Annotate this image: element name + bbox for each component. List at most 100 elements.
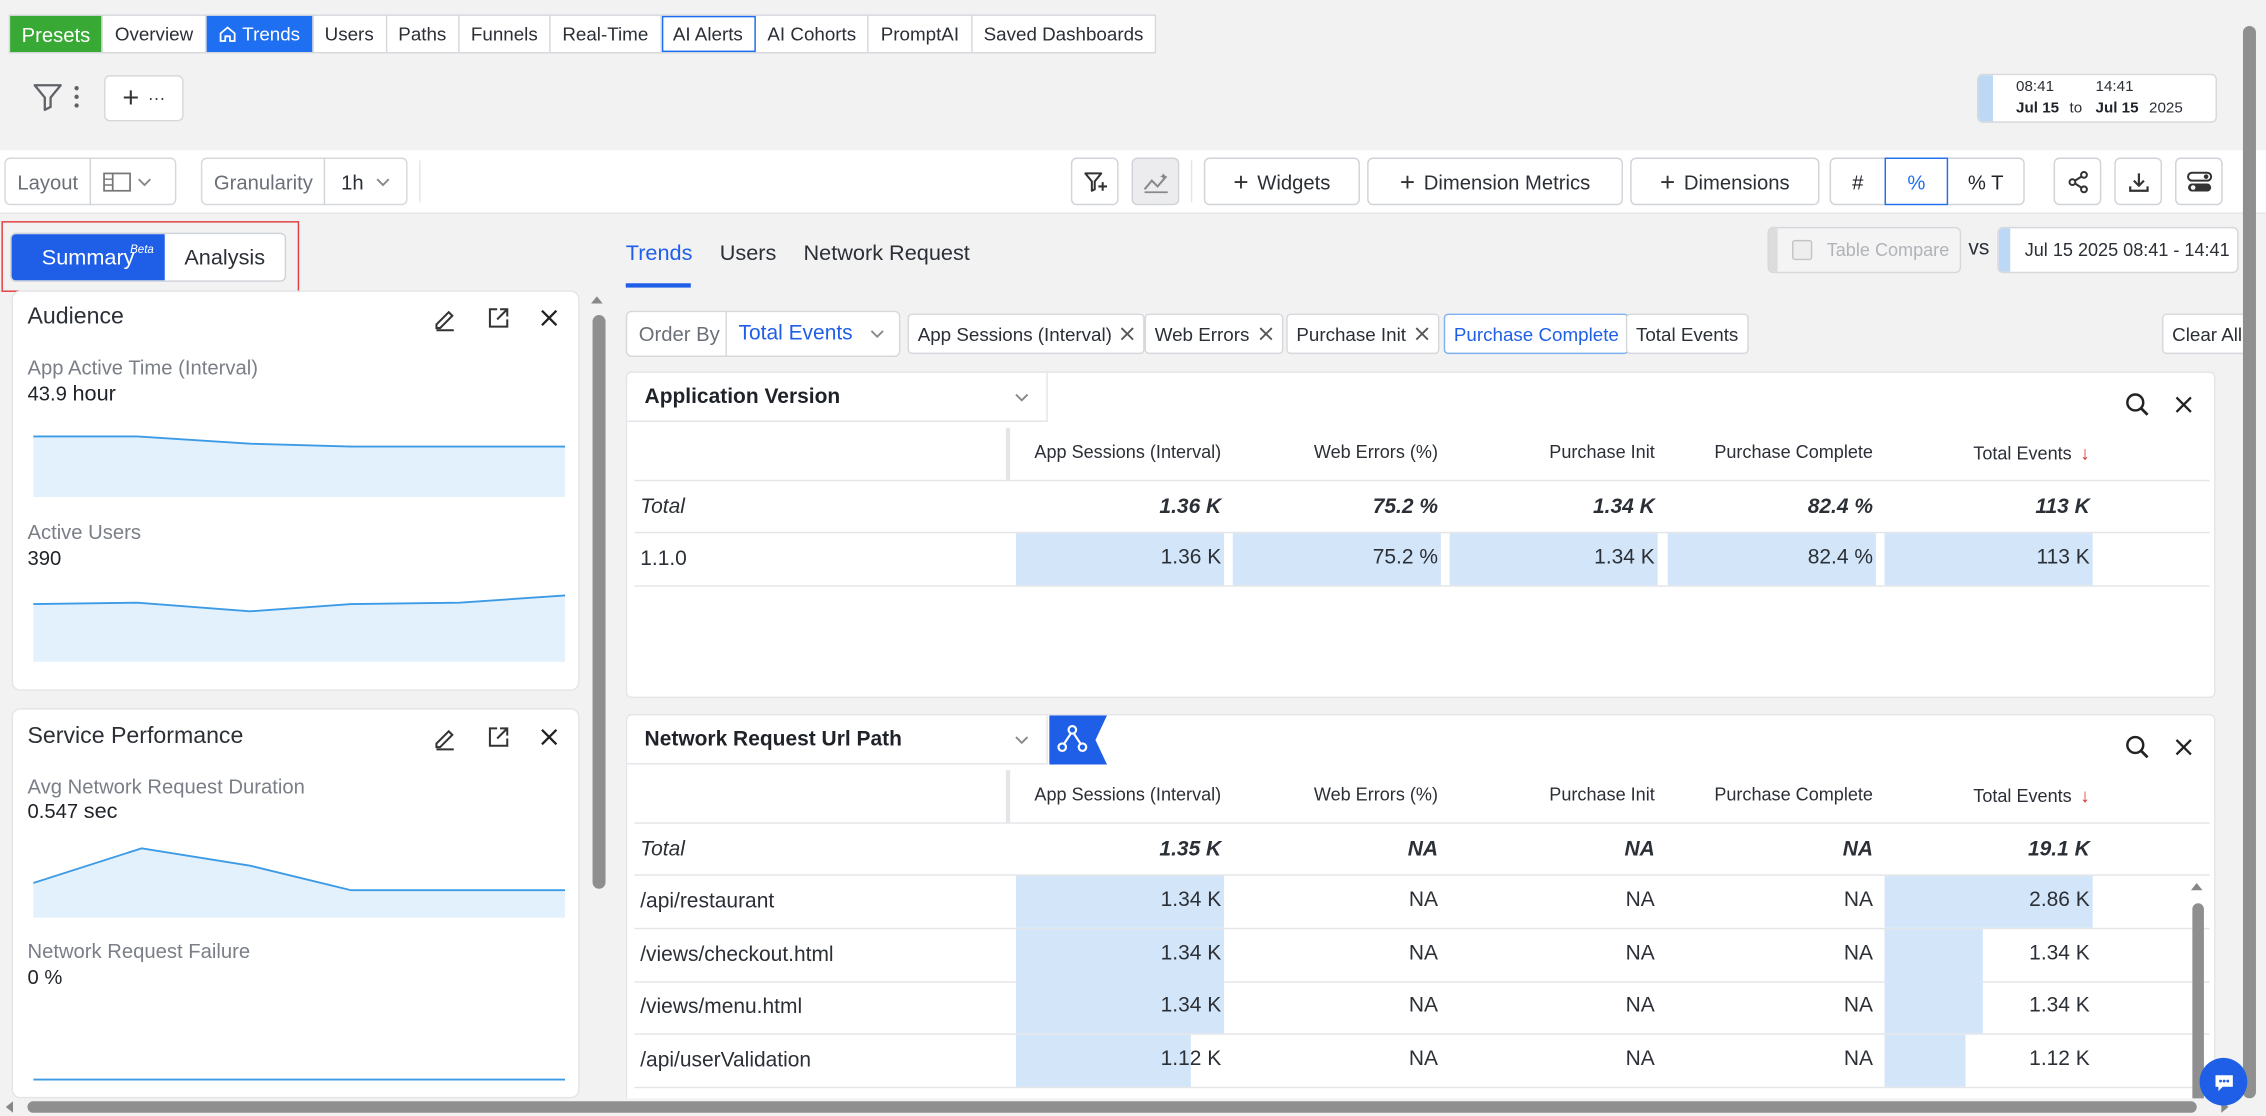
left-scrollbar-thumb[interactable] [592, 315, 606, 889]
add-dimension-metrics-button[interactable]: + Dimension Metrics [1367, 157, 1623, 206]
tab-ai-alerts[interactable]: AI Alerts [661, 15, 756, 53]
edit-icon[interactable] [432, 725, 458, 751]
date-range-picker[interactable]: 08:41 14:41 Jul 15 to Jul 15 2025 [1977, 73, 2217, 123]
search-icon[interactable] [2124, 392, 2150, 418]
tab-ai-cohorts[interactable]: AI Cohorts [756, 15, 870, 53]
cell-purchase-init: NA [1625, 994, 1655, 1018]
column-header-label: Purchase Complete [1714, 442, 1873, 463]
cell-purchase-complete: NA [1843, 994, 1873, 1018]
active-tab-indicator [625, 283, 691, 288]
tab-funnels[interactable]: Funnels [459, 15, 551, 53]
chevron-down-icon [1015, 393, 1029, 402]
column-header-purchase-init[interactable]: Purchase Init [1549, 785, 1654, 805]
dimension-select[interactable]: Network Request Url Path [627, 715, 1048, 765]
table-compare-checkbox[interactable] [1792, 239, 1813, 261]
dimension-metrics-label: Dimension Metrics [1423, 169, 1591, 193]
row-name[interactable]: /api/userValidation [640, 1048, 811, 1071]
add-widgets-button[interactable]: + Widgets [1203, 157, 1360, 206]
tab-real-time[interactable]: Real-Time [551, 15, 662, 53]
add-filter-button[interactable]: + ··· [104, 75, 184, 122]
network-graph-icon[interactable] [1049, 715, 1108, 765]
tab-users[interactable]: Users [313, 15, 387, 53]
scroll-left-arrow[interactable] [5, 1101, 14, 1113]
column-header-web-errors[interactable]: Web Errors (%) [1314, 442, 1438, 462]
chat-support-button[interactable] [2199, 1057, 2248, 1106]
column-header-purchase-complete[interactable]: Purchase Complete [1714, 785, 1873, 805]
mode-percent-total-button[interactable]: % T [1946, 157, 2025, 206]
search-icon[interactable] [2124, 734, 2150, 760]
column-header-total-events[interactable]: Total Events ↓ [1973, 785, 2089, 807]
cell-purchase-init: NA [1625, 941, 1655, 965]
clear-all-button[interactable]: Clear All [2162, 313, 2245, 355]
close-icon[interactable] [2172, 393, 2195, 416]
layout-select[interactable]: Layout [4, 157, 177, 206]
tab-network-request[interactable]: Network Request [804, 241, 970, 266]
metric-chip-purchase-init[interactable]: Purchase Init [1286, 313, 1440, 355]
anomaly-chart-button[interactable] [1131, 157, 1180, 206]
analysis-tab[interactable]: Analysis [165, 234, 285, 280]
chevron-down-icon [1015, 736, 1029, 745]
column-header-total-events[interactable]: Total Events ↓ [1973, 442, 2089, 464]
row-name[interactable]: /views/menu.html [640, 996, 802, 1019]
order-by-select[interactable]: Order By Total Events [625, 310, 901, 357]
row-name[interactable]: /api/restaurant [640, 890, 774, 913]
scroll-up-arrow[interactable] [2190, 883, 2203, 891]
column-header-app-sessions[interactable]: App Sessions (Interval) [1034, 442, 1221, 462]
row-name[interactable]: /views/checkout.html [640, 943, 833, 966]
mode-percent-button[interactable]: % [1884, 157, 1949, 206]
open-external-icon[interactable] [487, 306, 510, 329]
column-resizer[interactable] [1005, 427, 1011, 480]
metric-chip-web-errors[interactable]: Web Errors [1144, 313, 1283, 355]
tab-trends[interactable]: Trends [206, 15, 314, 53]
open-external-icon[interactable] [487, 725, 510, 748]
sort-desc-icon[interactable]: ↓ [2080, 442, 2089, 464]
avg-network-duration-value: 0.547 sec [27, 799, 117, 824]
download-button[interactable] [2114, 157, 2163, 206]
start-date: Jul 15 [2016, 99, 2060, 118]
close-icon[interactable] [1121, 327, 1135, 341]
filter-more-icon[interactable] [69, 79, 83, 114]
close-icon[interactable] [538, 306, 561, 329]
settings-toggle-button[interactable] [2175, 157, 2223, 206]
filter-add-button[interactable] [1070, 157, 1119, 206]
order-by-value: Total Events [738, 322, 853, 346]
column-header-label: Purchase Init [1549, 442, 1655, 463]
row-name[interactable]: 1.1.0 [640, 548, 687, 571]
granularity-select[interactable]: Granularity 1h [200, 157, 408, 206]
column-header-web-errors[interactable]: Web Errors (%) [1314, 785, 1438, 805]
tab-users-right[interactable]: Users [720, 241, 777, 266]
close-icon[interactable] [2172, 736, 2195, 759]
column-header-purchase-init[interactable]: Purchase Init [1549, 442, 1654, 462]
compare-date-range[interactable]: Jul 15 2025 08:41 - 14:41 [1997, 226, 2239, 274]
presets-button[interactable]: Presets [10, 15, 104, 53]
sort-desc-icon[interactable]: ↓ [2080, 785, 2089, 807]
value-mode-toggle: # % % T [1829, 157, 2025, 206]
tab-paths[interactable]: Paths [387, 15, 460, 53]
horizontal-scrollbar-thumb[interactable] [27, 1101, 2197, 1113]
column-header-purchase-complete[interactable]: Purchase Complete [1714, 442, 1873, 462]
scroll-up-arrow[interactable] [591, 296, 603, 304]
metric-chip-app-sessions[interactable]: App Sessions (Interval) [907, 313, 1146, 355]
close-icon[interactable] [1258, 327, 1272, 341]
cell-purchase-init: NA [1625, 888, 1655, 912]
table-compare-toggle[interactable]: Table Compare [1767, 226, 1962, 274]
tab-promptai[interactable]: PromptAI [869, 15, 973, 53]
add-dimensions-button[interactable]: + Dimensions [1630, 157, 1820, 206]
filter-icon[interactable] [29, 79, 67, 114]
tab-trends-right[interactable]: Trends [626, 241, 693, 266]
tab-saved-dashboards[interactable]: Saved Dashboards [972, 16, 1155, 52]
page-scrollbar-thumb[interactable] [2242, 26, 2256, 1099]
mode-count-button[interactable]: # [1829, 157, 1886, 206]
tab-overview[interactable]: Overview [103, 15, 207, 53]
column-resizer[interactable] [1005, 770, 1011, 823]
metric-chip-purchase-complete[interactable]: Purchase Complete [1443, 313, 1629, 355]
dimension-select[interactable]: Application Version [627, 372, 1048, 422]
close-icon[interactable] [1415, 327, 1429, 341]
share-button[interactable] [2053, 157, 2102, 206]
metric-chip-total-events[interactable]: Total Events [1625, 313, 1749, 355]
download-icon [2127, 170, 2150, 193]
close-icon[interactable] [538, 725, 561, 748]
edit-icon[interactable] [432, 306, 458, 332]
summary-tab[interactable]: Summary Beta [11, 234, 165, 281]
column-header-app-sessions[interactable]: App Sessions (Interval) [1034, 785, 1221, 805]
